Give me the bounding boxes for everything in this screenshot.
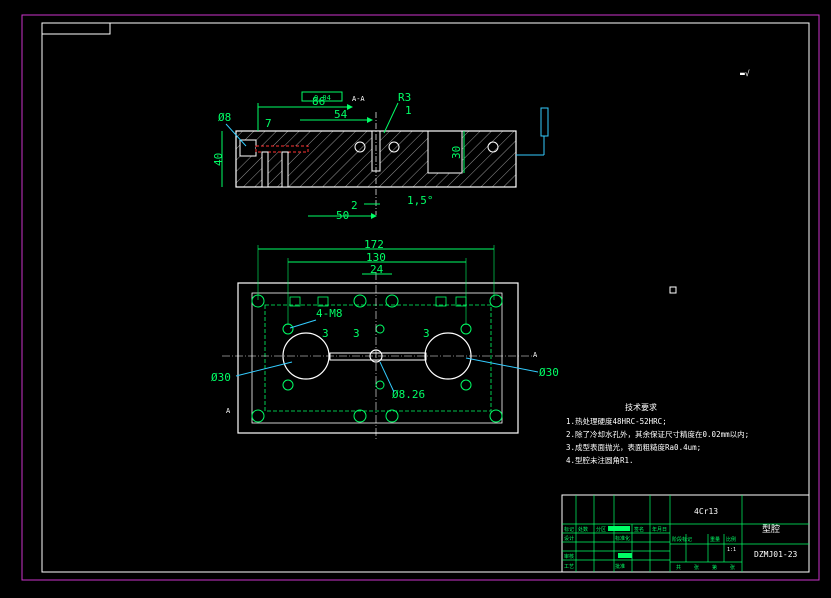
top-plan-view: 172 130 24 4-M8 3 3 3 Ø30 Ø30 Ø8.26 A A xyxy=(211,238,559,440)
dim-1: 1 xyxy=(405,104,412,117)
dim-7: 7 xyxy=(265,117,272,130)
screw-tr xyxy=(489,294,503,308)
note-3: 3.成型表面抛光，表面粗糙度Ra0.4um; xyxy=(566,442,701,452)
header-label-3: 分区 xyxy=(596,526,606,533)
sheet-label-1: 共 xyxy=(676,564,681,571)
technical-notes: 技术要求 1.热处理硬度48HRC-52HRC; 2.除了冷却水孔外，其余保证尺… xyxy=(566,402,749,465)
m8-hole-4 xyxy=(460,379,472,391)
part-name: 型腔 xyxy=(762,523,780,535)
dim-40: 40 xyxy=(212,153,225,166)
screw-tm1 xyxy=(353,294,367,308)
dim-2: 2 xyxy=(351,199,358,212)
filled-cell-1 xyxy=(608,526,630,531)
sheet-label-2: 张 xyxy=(694,564,699,571)
note-1: 1.热处理硬度48HRC-52HRC; xyxy=(566,416,667,426)
row-label-process: 工艺 xyxy=(564,564,574,570)
runner xyxy=(329,352,427,361)
header-label-2: 处数 xyxy=(578,526,588,533)
section-label-right: A xyxy=(533,351,538,359)
dim-angle: 1,5° xyxy=(407,194,434,207)
header-label-5: 年月日 xyxy=(652,526,667,533)
weight-label: 重量 xyxy=(710,536,720,543)
drawing-svg: 86 0.04 A-A 54 R3 1 Ø8 7 40 30 2 50 1,5°… xyxy=(21,14,820,581)
dim-dia30-right: Ø30 xyxy=(539,366,559,379)
dim-3b: 3 xyxy=(353,327,360,340)
plan-inner xyxy=(251,292,503,424)
dim-50: 50 xyxy=(336,209,349,222)
dim-3c: 3 xyxy=(423,327,430,340)
header-label-4: 签名 xyxy=(634,526,644,533)
screw-bl xyxy=(251,409,265,423)
drawing-frame xyxy=(41,22,810,573)
datum-box xyxy=(540,107,549,137)
m8-hole-1 xyxy=(282,323,294,335)
m8-hole-5 xyxy=(375,324,385,334)
dia30-left-leader xyxy=(235,361,293,377)
stage-label: 阶段标记 xyxy=(672,536,692,543)
cad-drawing-canvas[interactable]: 86 0.04 A-A 54 R3 1 Ø8 7 40 30 2 50 1,5°… xyxy=(0,0,831,594)
ejector-bore-1 xyxy=(261,151,269,188)
dim-24: 24 xyxy=(370,263,384,276)
dim-r3: R3 xyxy=(398,91,411,104)
mid-label-approve: 批准 xyxy=(615,563,625,570)
m8-hole-3 xyxy=(460,323,472,335)
small-marker-square xyxy=(669,286,677,294)
dim-thread: 4-M8 xyxy=(316,307,343,320)
material: 4Cr13 xyxy=(694,507,718,516)
header-label-1: 标记 xyxy=(564,526,574,533)
title-block: 4Cr13 型腔 DZMJ01-23 1:1 标记 处数 分区 签名 年月日 设… xyxy=(561,494,810,573)
dia826-leader xyxy=(379,361,395,393)
sheet-label-4: 张 xyxy=(730,564,735,571)
thread-leader xyxy=(289,319,317,329)
r3-leader xyxy=(383,102,399,134)
notes-title: 技术要求 xyxy=(625,402,657,412)
screw-bm2 xyxy=(385,409,399,423)
dim-dia30-left: Ø30 xyxy=(211,371,231,384)
screw-bm1 xyxy=(353,409,367,423)
cooling-channel xyxy=(255,145,309,153)
dim-172: 172 xyxy=(364,238,384,251)
note-2: 2.除了冷却水孔外，其余保证尺寸精度在0.02mm以内; xyxy=(566,429,749,439)
m8-hole-6 xyxy=(375,380,385,390)
dim-dia826: Ø8.26 xyxy=(392,388,425,401)
plan-outline xyxy=(237,282,519,434)
roughness-symbol: ▬√ xyxy=(740,69,750,78)
screw-br xyxy=(489,409,503,423)
row-label-design: 设计 xyxy=(564,535,574,542)
dim-30: 30 xyxy=(450,146,463,159)
filled-cell-2 xyxy=(618,553,632,558)
dim-54: 54 xyxy=(334,108,348,121)
m8-hole-2 xyxy=(282,379,294,391)
mid-label-std: 标准化 xyxy=(615,535,630,542)
plan-cavity-outline xyxy=(264,304,492,412)
corner-label-box xyxy=(41,22,111,35)
row-label-review: 审核 xyxy=(564,553,574,560)
dim-dia8: Ø8 xyxy=(218,111,231,124)
scale: 1:1 xyxy=(727,547,736,553)
section-label-left: A xyxy=(226,407,231,415)
note-4: 4.型腔未注圆角R1. xyxy=(566,455,634,465)
drawing-number: DZMJ01-23 xyxy=(754,550,798,559)
scale-label: 比例 xyxy=(726,536,736,543)
side-section-view: 86 0.04 A-A 54 R3 1 Ø8 7 40 30 2 50 1,5°… xyxy=(212,69,750,222)
section-mark: A-A xyxy=(352,95,365,103)
sheet-label-3: 第 xyxy=(712,564,717,571)
ejector-bore-2 xyxy=(281,151,289,188)
flatness-tolerance: 0.04 xyxy=(314,94,331,102)
dim-3a: 3 xyxy=(322,327,329,340)
